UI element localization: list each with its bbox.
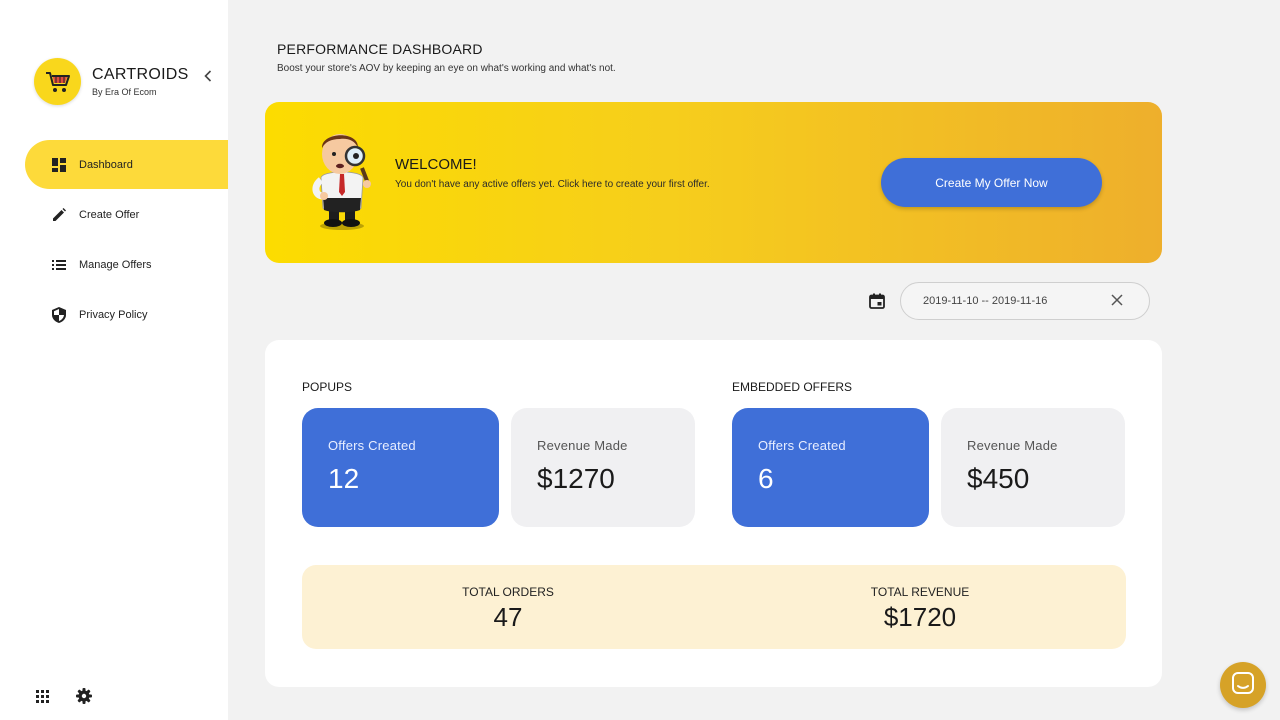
card-label: Offers Created	[758, 438, 846, 453]
sidebar-item-dashboard[interactable]: Dashboard	[25, 140, 228, 189]
sidebar-item-label: Dashboard	[79, 158, 133, 171]
calendar-icon[interactable]	[869, 293, 885, 309]
card-value: 12	[328, 463, 360, 494]
collapse-sidebar-chevron-icon[interactable]	[201, 68, 215, 84]
mascot-illustration	[307, 126, 377, 232]
sidebar: CARTROIDS By Era Of Ecom Dashboard Creat…	[0, 0, 228, 720]
welcome-text[interactable]: You don't have any active offers yet. Cl…	[395, 179, 710, 190]
welcome-title: WELCOME!	[395, 156, 477, 173]
sidebar-footer	[34, 688, 118, 704]
card-value: 6	[758, 463, 774, 494]
embedded-offers-section-title: EMBEDDED OFFERS	[732, 380, 853, 394]
dashboard-icon	[51, 157, 67, 173]
sidebar-item-privacy-policy[interactable]: Privacy Policy	[0, 290, 228, 339]
sidebar-item-label: Manage Offers	[79, 258, 152, 271]
sidebar-item-manage-offers[interactable]: Manage Offers	[0, 240, 228, 289]
brand-subtitle: By Era Of Ecom	[92, 87, 157, 97]
card-label: Revenue Made	[537, 438, 628, 453]
welcome-banner: WELCOME! You don't have any active offer…	[265, 102, 1162, 263]
pencil-icon	[51, 207, 67, 223]
embedded-revenue-card: Revenue Made $450	[941, 408, 1125, 527]
total-orders-value: 47	[493, 602, 523, 632]
sidebar-nav: Dashboard Create Offer Manage Offers Pri…	[0, 140, 228, 340]
popups-offers-created-card: Offers Created 12	[302, 408, 499, 527]
chat-bubble-icon	[1231, 671, 1255, 700]
date-range-value: 2019-11-10 -- 2019-11-16	[923, 295, 1048, 307]
list-icon	[51, 257, 67, 273]
total-revenue-value: $1720	[883, 602, 957, 632]
page-subtitle: Boost your store's AOV by keeping an eye…	[277, 63, 616, 74]
clear-date-close-icon[interactable]	[1110, 293, 1124, 307]
total-revenue-label: TOTAL REVENUE	[870, 585, 970, 599]
stats-panel: POPUPS Offers Created 12 Revenue Made $1…	[265, 340, 1162, 687]
card-label: Offers Created	[328, 438, 416, 453]
totals-bar: TOTAL ORDERS 47 TOTAL REVENUE $1720	[302, 565, 1126, 649]
create-offer-button[interactable]: Create My Offer Now	[881, 158, 1102, 207]
sidebar-item-label: Privacy Policy	[79, 308, 148, 321]
total-orders: TOTAL ORDERS 47	[408, 585, 608, 633]
popups-section-title: POPUPS	[302, 380, 353, 394]
total-orders-label: TOTAL ORDERS	[462, 585, 554, 599]
brand-name: CARTROIDS	[92, 66, 189, 83]
apps-grid-icon[interactable]	[34, 688, 50, 704]
card-value: $1270	[537, 463, 615, 494]
sidebar-item-create-offer[interactable]: Create Offer	[0, 190, 228, 239]
brand: CARTROIDS By Era Of Ecom	[34, 58, 189, 105]
chat-launcher-button[interactable]	[1220, 662, 1266, 708]
shield-icon	[51, 306, 67, 323]
embedded-offers-created-card: Offers Created 6	[732, 408, 929, 527]
sidebar-item-label: Create Offer	[79, 208, 140, 221]
card-value: $450	[967, 463, 1030, 494]
page-title: PERFORMANCE DASHBOARD	[277, 41, 483, 57]
gear-icon[interactable]	[76, 688, 92, 704]
cart-logo-icon	[34, 58, 81, 105]
total-revenue: TOTAL REVENUE $1720	[820, 585, 1020, 633]
card-label: Revenue Made	[967, 438, 1058, 453]
popups-revenue-card: Revenue Made $1270	[511, 408, 695, 527]
